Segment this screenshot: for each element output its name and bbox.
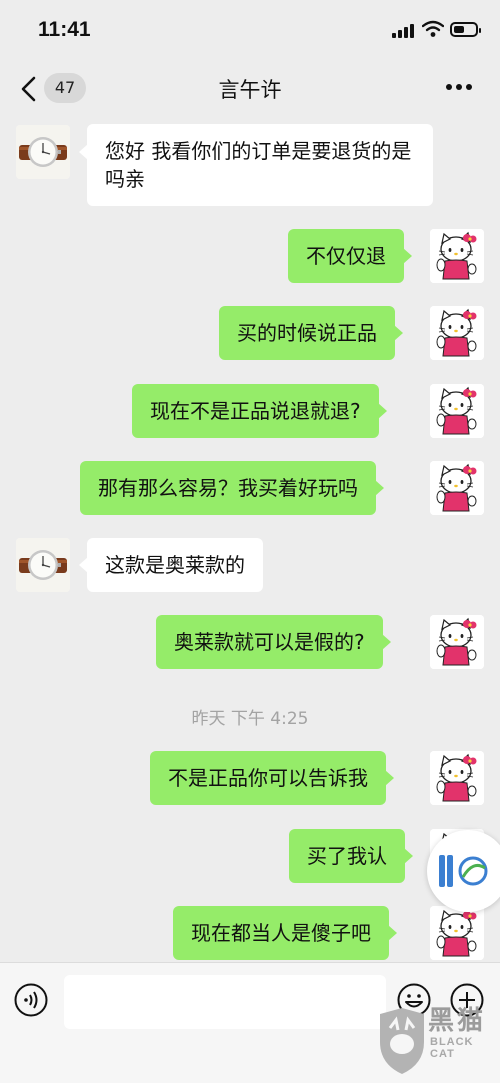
self-avatar[interactable] bbox=[430, 384, 484, 438]
contact-avatar[interactable] bbox=[16, 538, 70, 592]
message-bubble[interactable]: 这款是奥莱款的 bbox=[79, 538, 263, 592]
contact-avatar[interactable] bbox=[16, 125, 70, 179]
chat-header: 47 言午许 bbox=[0, 58, 500, 120]
self-avatar[interactable] bbox=[430, 906, 484, 960]
wifi-icon bbox=[422, 20, 444, 37]
message-bubble[interactable]: 奥莱款就可以是假的? bbox=[156, 615, 391, 669]
signal-icon bbox=[392, 24, 416, 38]
message-bubble[interactable]: 那有那么容易？我买着好玩吗 bbox=[80, 461, 384, 515]
message-input[interactable] bbox=[64, 975, 386, 1029]
black-cat-watermark: 黑猫 BLACK CAT bbox=[376, 1000, 496, 1082]
self-avatar[interactable] bbox=[430, 751, 484, 805]
self-avatar[interactable] bbox=[430, 615, 484, 669]
battery-icon bbox=[450, 22, 481, 37]
chat-title: 言午许 bbox=[218, 78, 282, 102]
message-bubble[interactable]: 不是正品你可以告诉我 bbox=[150, 751, 394, 805]
message-bubble[interactable]: 您好 我看你们的订单是要退货的是吗亲 bbox=[79, 124, 433, 206]
cat-shield-icon bbox=[380, 1008, 424, 1074]
watermark-subtext: BLACK CAT bbox=[430, 1036, 474, 1060]
self-avatar[interactable] bbox=[430, 229, 484, 283]
message-bubble[interactable]: 买了我认 bbox=[289, 829, 413, 883]
floating-assistant-button[interactable] bbox=[427, 830, 500, 912]
message-bubble[interactable]: 不仅仅退 bbox=[288, 229, 412, 283]
status-time: 11:41 bbox=[38, 18, 91, 41]
status-bar: 11:41 bbox=[0, 0, 500, 58]
message-timestamp: 昨天 下午 4:25 bbox=[191, 709, 309, 729]
message-bubble[interactable]: 买的时候说正品 bbox=[219, 306, 403, 360]
self-avatar[interactable] bbox=[430, 306, 484, 360]
message-bubble[interactable]: 现在都当人是傻子吧 bbox=[173, 906, 397, 960]
assistant-logo-icon bbox=[439, 855, 488, 887]
watermark-text: 黑猫 bbox=[428, 1006, 487, 1036]
more-dots-icon[interactable] bbox=[446, 84, 476, 92]
message-bubble[interactable]: 现在不是正品说退就退? bbox=[132, 384, 387, 438]
self-avatar[interactable] bbox=[430, 461, 484, 515]
voice-icon[interactable] bbox=[14, 983, 48, 1017]
